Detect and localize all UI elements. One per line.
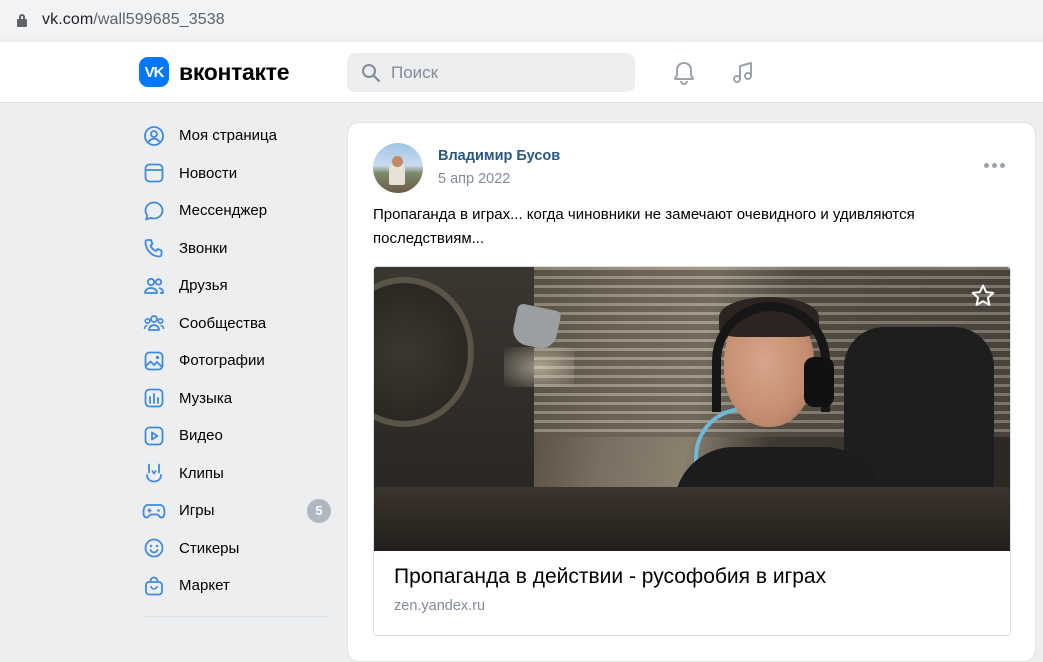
video-icon xyxy=(142,424,166,448)
author-avatar[interactable] xyxy=(373,143,423,193)
sidebar-divider xyxy=(143,616,329,617)
search-box[interactable] xyxy=(347,53,635,92)
sidebar-item-my-page[interactable]: Моя страница xyxy=(140,117,335,155)
wall-post: Владимир Бусов 5 апр 2022 Пропаганда в и… xyxy=(347,122,1036,662)
newsfeed-icon xyxy=(142,161,166,185)
site-header: VK вконтакте xyxy=(0,42,1043,103)
music-icon[interactable] xyxy=(729,59,757,87)
browser-address-bar[interactable]: vk.com/wall599685_3538 xyxy=(0,0,1043,39)
sidebar-item-messenger[interactable]: Мессенджер xyxy=(140,192,335,230)
vk-logo-mark: VK xyxy=(139,57,169,87)
gamepad-icon xyxy=(142,499,166,523)
sidebar: Моя страница Новости Мессенджер Звонки Д… xyxy=(140,117,335,605)
sidebar-item-clips[interactable]: Клипы xyxy=(140,455,335,493)
clips-icon xyxy=(142,461,166,485)
sidebar-item-label: Стикеры xyxy=(179,539,240,557)
communities-icon xyxy=(142,311,166,335)
sidebar-item-label: Фотографии xyxy=(179,352,265,370)
sidebar-item-label: Маркет xyxy=(179,577,230,595)
sidebar-item-label: Друзья xyxy=(179,277,228,295)
games-count-badge: 5 xyxy=(307,498,331,523)
sidebar-item-label: Новости xyxy=(179,164,238,182)
sidebar-item-news[interactable]: Новости xyxy=(140,155,335,193)
sidebar-item-games[interactable]: Игры 5 xyxy=(140,492,335,530)
music-bars-icon xyxy=(142,386,166,410)
photo-icon xyxy=(142,349,166,373)
sidebar-item-calls[interactable]: Звонки xyxy=(140,230,335,268)
sidebar-item-friends[interactable]: Друзья xyxy=(140,267,335,305)
post-text: Пропаганда в играх... когда чиновники не… xyxy=(373,206,915,247)
link-title[interactable]: Пропаганда в действии - русофобия в игра… xyxy=(394,565,826,589)
url-text[interactable]: vk.com/wall599685_3538 xyxy=(42,11,225,29)
shopping-bag-icon xyxy=(142,574,166,598)
link-preview-image[interactable] xyxy=(374,267,1010,551)
link-domain: zen.yandex.ru xyxy=(394,598,486,614)
sidebar-item-communities[interactable]: Сообщества xyxy=(140,305,335,343)
friends-icon xyxy=(142,274,166,298)
sidebar-item-label: Звонки xyxy=(179,239,228,257)
sidebar-item-label: Сообщества xyxy=(179,314,267,332)
message-icon xyxy=(142,199,166,223)
sidebar-item-label: Музыка xyxy=(179,389,233,407)
search-input[interactable] xyxy=(391,62,621,83)
sidebar-item-label: Мессенджер xyxy=(179,202,268,220)
sidebar-item-label: Моя страница xyxy=(179,127,277,145)
post-date[interactable]: 5 апр 2022 xyxy=(438,171,510,187)
sidebar-item-label: Игры xyxy=(179,502,215,520)
sidebar-item-label: Клипы xyxy=(179,464,224,482)
sidebar-item-video[interactable]: Видео xyxy=(140,417,335,455)
user-circle-icon xyxy=(142,124,166,148)
sidebar-item-stickers[interactable]: Стикеры xyxy=(140,530,335,568)
vk-logo[interactable]: VK вконтакте xyxy=(139,57,290,87)
url-host: vk.com xyxy=(42,10,94,28)
phone-icon xyxy=(142,236,166,260)
url-path: /wall599685_3538 xyxy=(93,10,225,28)
star-bookmark-icon[interactable] xyxy=(970,283,996,309)
lock-icon xyxy=(16,13,28,27)
smile-icon xyxy=(142,536,166,560)
link-attachment[interactable]: Пропаганда в действии - русофобия в игра… xyxy=(373,266,1011,636)
sidebar-item-market[interactable]: Маркет xyxy=(140,567,335,605)
bell-icon[interactable] xyxy=(670,59,698,87)
search-icon xyxy=(362,63,381,82)
post-author-name[interactable]: Владимир Бусов xyxy=(438,148,560,164)
sidebar-item-photos[interactable]: Фотографии xyxy=(140,342,335,380)
sidebar-item-music[interactable]: Музыка xyxy=(140,380,335,418)
sidebar-item-label: Видео xyxy=(179,427,223,445)
more-options-icon[interactable] xyxy=(984,163,1005,168)
vk-logo-text: вконтакте xyxy=(179,58,290,85)
